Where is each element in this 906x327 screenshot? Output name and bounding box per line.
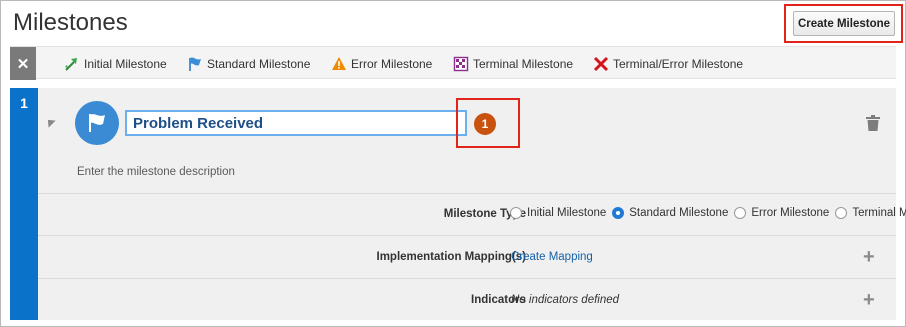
indicators-value: No indicators defined	[511, 294, 620, 306]
error-milestone-icon	[331, 56, 347, 72]
add-indicator-plus-icon[interactable]: +	[863, 290, 875, 310]
milestone-type-flag-icon[interactable]	[75, 101, 119, 145]
radio-standard-milestone[interactable]: Standard Milestone	[612, 207, 728, 219]
radio-error-milestone[interactable]: Error Milestone	[734, 207, 829, 219]
create-mapping-link[interactable]: Create Mapping	[511, 251, 593, 263]
milestone-number-strip: 1	[10, 88, 38, 320]
legend-item-terminal-error: Terminal/Error Milestone	[593, 47, 743, 80]
legend-item-initial: Initial Milestone	[64, 47, 167, 80]
milestone-legend-bar: ✕ Initial Milestone Standard Milestone E…	[10, 46, 896, 80]
create-milestone-button[interactable]: Create Milestone	[793, 11, 895, 36]
collapse-triangle-icon[interactable]	[44, 116, 56, 128]
legend-label-initial: Initial Milestone	[84, 56, 167, 71]
legend-item-terminal: Terminal Milestone	[453, 47, 573, 80]
trash-icon[interactable]	[866, 115, 880, 131]
standard-milestone-icon	[187, 56, 203, 72]
milestone-description-field[interactable]: Enter the milestone description	[77, 166, 235, 178]
milestone-type-row: Milestone Type Initial Milestone Standar…	[38, 193, 906, 235]
legend-item-standard: Standard Milestone	[187, 47, 310, 80]
initial-milestone-icon	[64, 56, 80, 72]
milestone-order-badge: 1	[474, 113, 496, 135]
terminal-milestone-icon	[453, 56, 469, 72]
legend-item-error: Error Milestone	[331, 47, 432, 80]
milestone-name-input[interactable]	[125, 110, 467, 136]
radio-dot-icon	[510, 207, 522, 219]
indicators-row: Indicators No indicators defined +	[38, 278, 896, 320]
implementation-mapping-row: Implementation Mapping(s) Create Mapping…	[38, 235, 896, 278]
terminal-error-milestone-icon	[593, 56, 609, 72]
implementation-mapping-label: Implementation Mapping(s)	[376, 251, 527, 263]
milestone-type-radio-group: Initial Milestone Standard Milestone Err…	[510, 207, 906, 219]
radio-dot-icon	[835, 207, 848, 219]
add-mapping-plus-icon[interactable]: +	[863, 247, 875, 267]
radio-dot-icon	[734, 207, 747, 219]
app-frame: Milestones Create Milestone ✕ Initial Mi…	[0, 0, 906, 327]
legend-label-standard: Standard Milestone	[207, 56, 311, 71]
radio-dot-selected-icon	[612, 207, 625, 219]
milestone-card: 1 1 Enter the milestone description Mile…	[10, 88, 906, 320]
legend-label-terminal-error: Terminal/Error Milestone	[613, 56, 744, 71]
radio-terminal-milestone[interactable]: Terminal M	[835, 207, 906, 219]
page-title: Milestones	[13, 9, 128, 36]
legend-label-error: Error Milestone	[351, 56, 433, 71]
close-legend-button[interactable]: ✕	[10, 47, 36, 80]
legend-label-terminal: Terminal Milestone	[473, 56, 574, 71]
radio-initial-milestone[interactable]: Initial Milestone	[510, 207, 606, 219]
milestone-number: 1	[20, 95, 28, 111]
